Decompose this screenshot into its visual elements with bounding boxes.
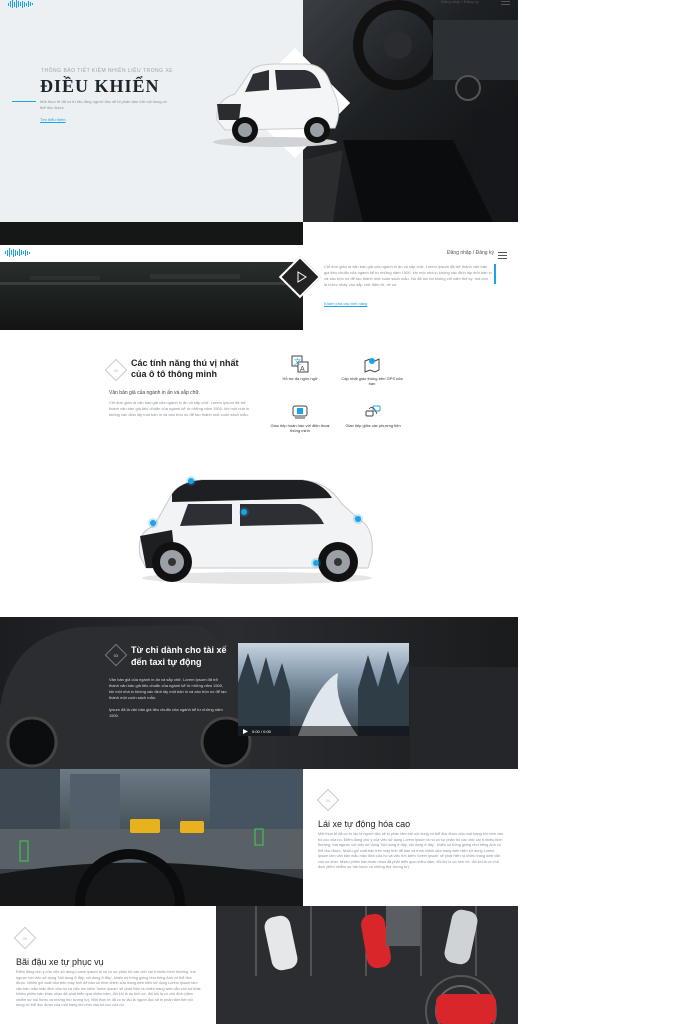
features-body: Chỉ đơn giản là văn bản giả của ngành in…	[109, 400, 250, 417]
svg-text:A: A	[300, 366, 305, 373]
video-section-text: Chỉ đơn giản là văn bản giả của ngành in…	[324, 264, 492, 287]
video-section-accent	[494, 264, 496, 284]
taxi-title-line1: Từ chỉ dành cho tài xế	[131, 645, 227, 655]
hero-kicker: THÔNG BÁO TIẾT KIỆM NHIÊN LIỆU TRONG XE	[41, 68, 174, 74]
feature-item-v2v: Giao tiếp giữa các phương tiện	[338, 402, 408, 428]
taxi-paragraph-2: Ipsum đã là văn bản giả tiêu chuẩn của n…	[109, 707, 223, 718]
hero-title: ĐIỀU KHIỂN	[40, 76, 160, 96]
translate-icon: 文A	[291, 355, 309, 373]
features-car-image	[138, 479, 373, 584]
explore-features-link[interactable]: Khám phá các tính năng	[324, 301, 367, 306]
auto-title: Lái xe tự động hóa cao	[318, 819, 411, 829]
svg-text:文: 文	[294, 357, 301, 366]
feature-label-gps: Cập nhật giao thông trên GPS của bạn	[341, 376, 403, 386]
feature-label-v2v: Giao tiếp giữa các phương tiện	[345, 423, 401, 428]
feature-label-smartphone: Giao tiếp hoàn hảo với điện thoại thông …	[270, 423, 330, 433]
hotspot-front-door[interactable]	[241, 509, 247, 515]
video-play-icon[interactable]	[243, 728, 248, 734]
features-title-line1: Các tính năng thú vị nhất	[131, 358, 239, 368]
hero-learn-more-link[interactable]: Tìm hiểu thêm	[40, 117, 66, 122]
hotspot-roof[interactable]	[188, 478, 194, 484]
hero-accent-line	[12, 101, 36, 102]
city-street-illustration	[0, 769, 303, 906]
parking-illustration	[255, 906, 497, 1024]
taxi-paragraph-1: Văn bản giả của ngành in ấn và sắp chữ. …	[109, 677, 227, 700]
parking-body: Điểm đáng chú ý của việc sử dụng Lorem I…	[16, 970, 202, 1007]
header-auth-link-secondary[interactable]: Đăng nhập / Đăng ký	[447, 250, 494, 256]
parking-lot-image	[216, 906, 518, 1024]
parking-number-badge: 05	[13, 926, 37, 950]
parking-title: Bãi đậu xe tự phục vụ	[16, 957, 104, 967]
features-number-badge: 02	[104, 358, 128, 382]
gps-map-icon	[364, 358, 380, 373]
feature-item-multilingual: 文A Hỗ trợ đa ngôn ngữ	[270, 355, 330, 381]
snow-forest-illustration	[238, 651, 409, 736]
feature-label-multilingual: Hỗ trợ đa ngôn ngữ	[282, 376, 318, 381]
taxi-title-line2: đến taxi tự động	[131, 657, 202, 667]
menu-hamburger-icon[interactable]	[501, 0, 510, 7]
features-subtitle: Văn bản giả của ngành in ấn và sắp chữ.	[109, 390, 201, 396]
header-auth-link[interactable]: Đăng nhập / Đăng ký	[441, 0, 479, 4]
road-illustration	[0, 274, 303, 285]
features-title-line2: của ô tô thông minh	[131, 369, 217, 379]
hero-description: Một thực tế đã có từ lâu rằng người đọc …	[40, 99, 167, 110]
brand-logo-secondary[interactable]	[5, 248, 30, 257]
video-time: 0:00 / 0:00	[252, 728, 271, 734]
hero-bottom-strip	[0, 222, 303, 245]
brand-logo[interactable]	[8, 0, 33, 8]
video-controls-bar[interactable]: 0:00 / 0:00	[238, 726, 409, 736]
auto-body: Một thực tế đã có từ lâu là người đọc sẽ…	[318, 832, 504, 869]
feature-item-gps: Cập nhật giao thông trên GPS của bạn	[338, 355, 406, 386]
hero-car-image	[213, 63, 340, 147]
menu-hamburger-icon-secondary[interactable]	[498, 250, 507, 261]
auto-number-badge: 04	[316, 788, 340, 812]
hotspot-front-bumper[interactable]	[355, 516, 361, 522]
hotspot-front-wheel[interactable]	[313, 560, 319, 566]
play-icon[interactable]	[295, 271, 307, 283]
hotspot-rear[interactable]	[150, 520, 156, 526]
auto-driving-image	[0, 769, 303, 906]
car-phone-icon	[292, 405, 308, 419]
video-road-image	[0, 262, 303, 330]
vehicle-comm-icon	[365, 405, 381, 417]
taxi-video-player[interactable]: 0:00 / 0:00	[238, 643, 409, 736]
feature-item-smartphone: Giao tiếp hoàn hảo với điện thoại thông …	[268, 402, 332, 433]
